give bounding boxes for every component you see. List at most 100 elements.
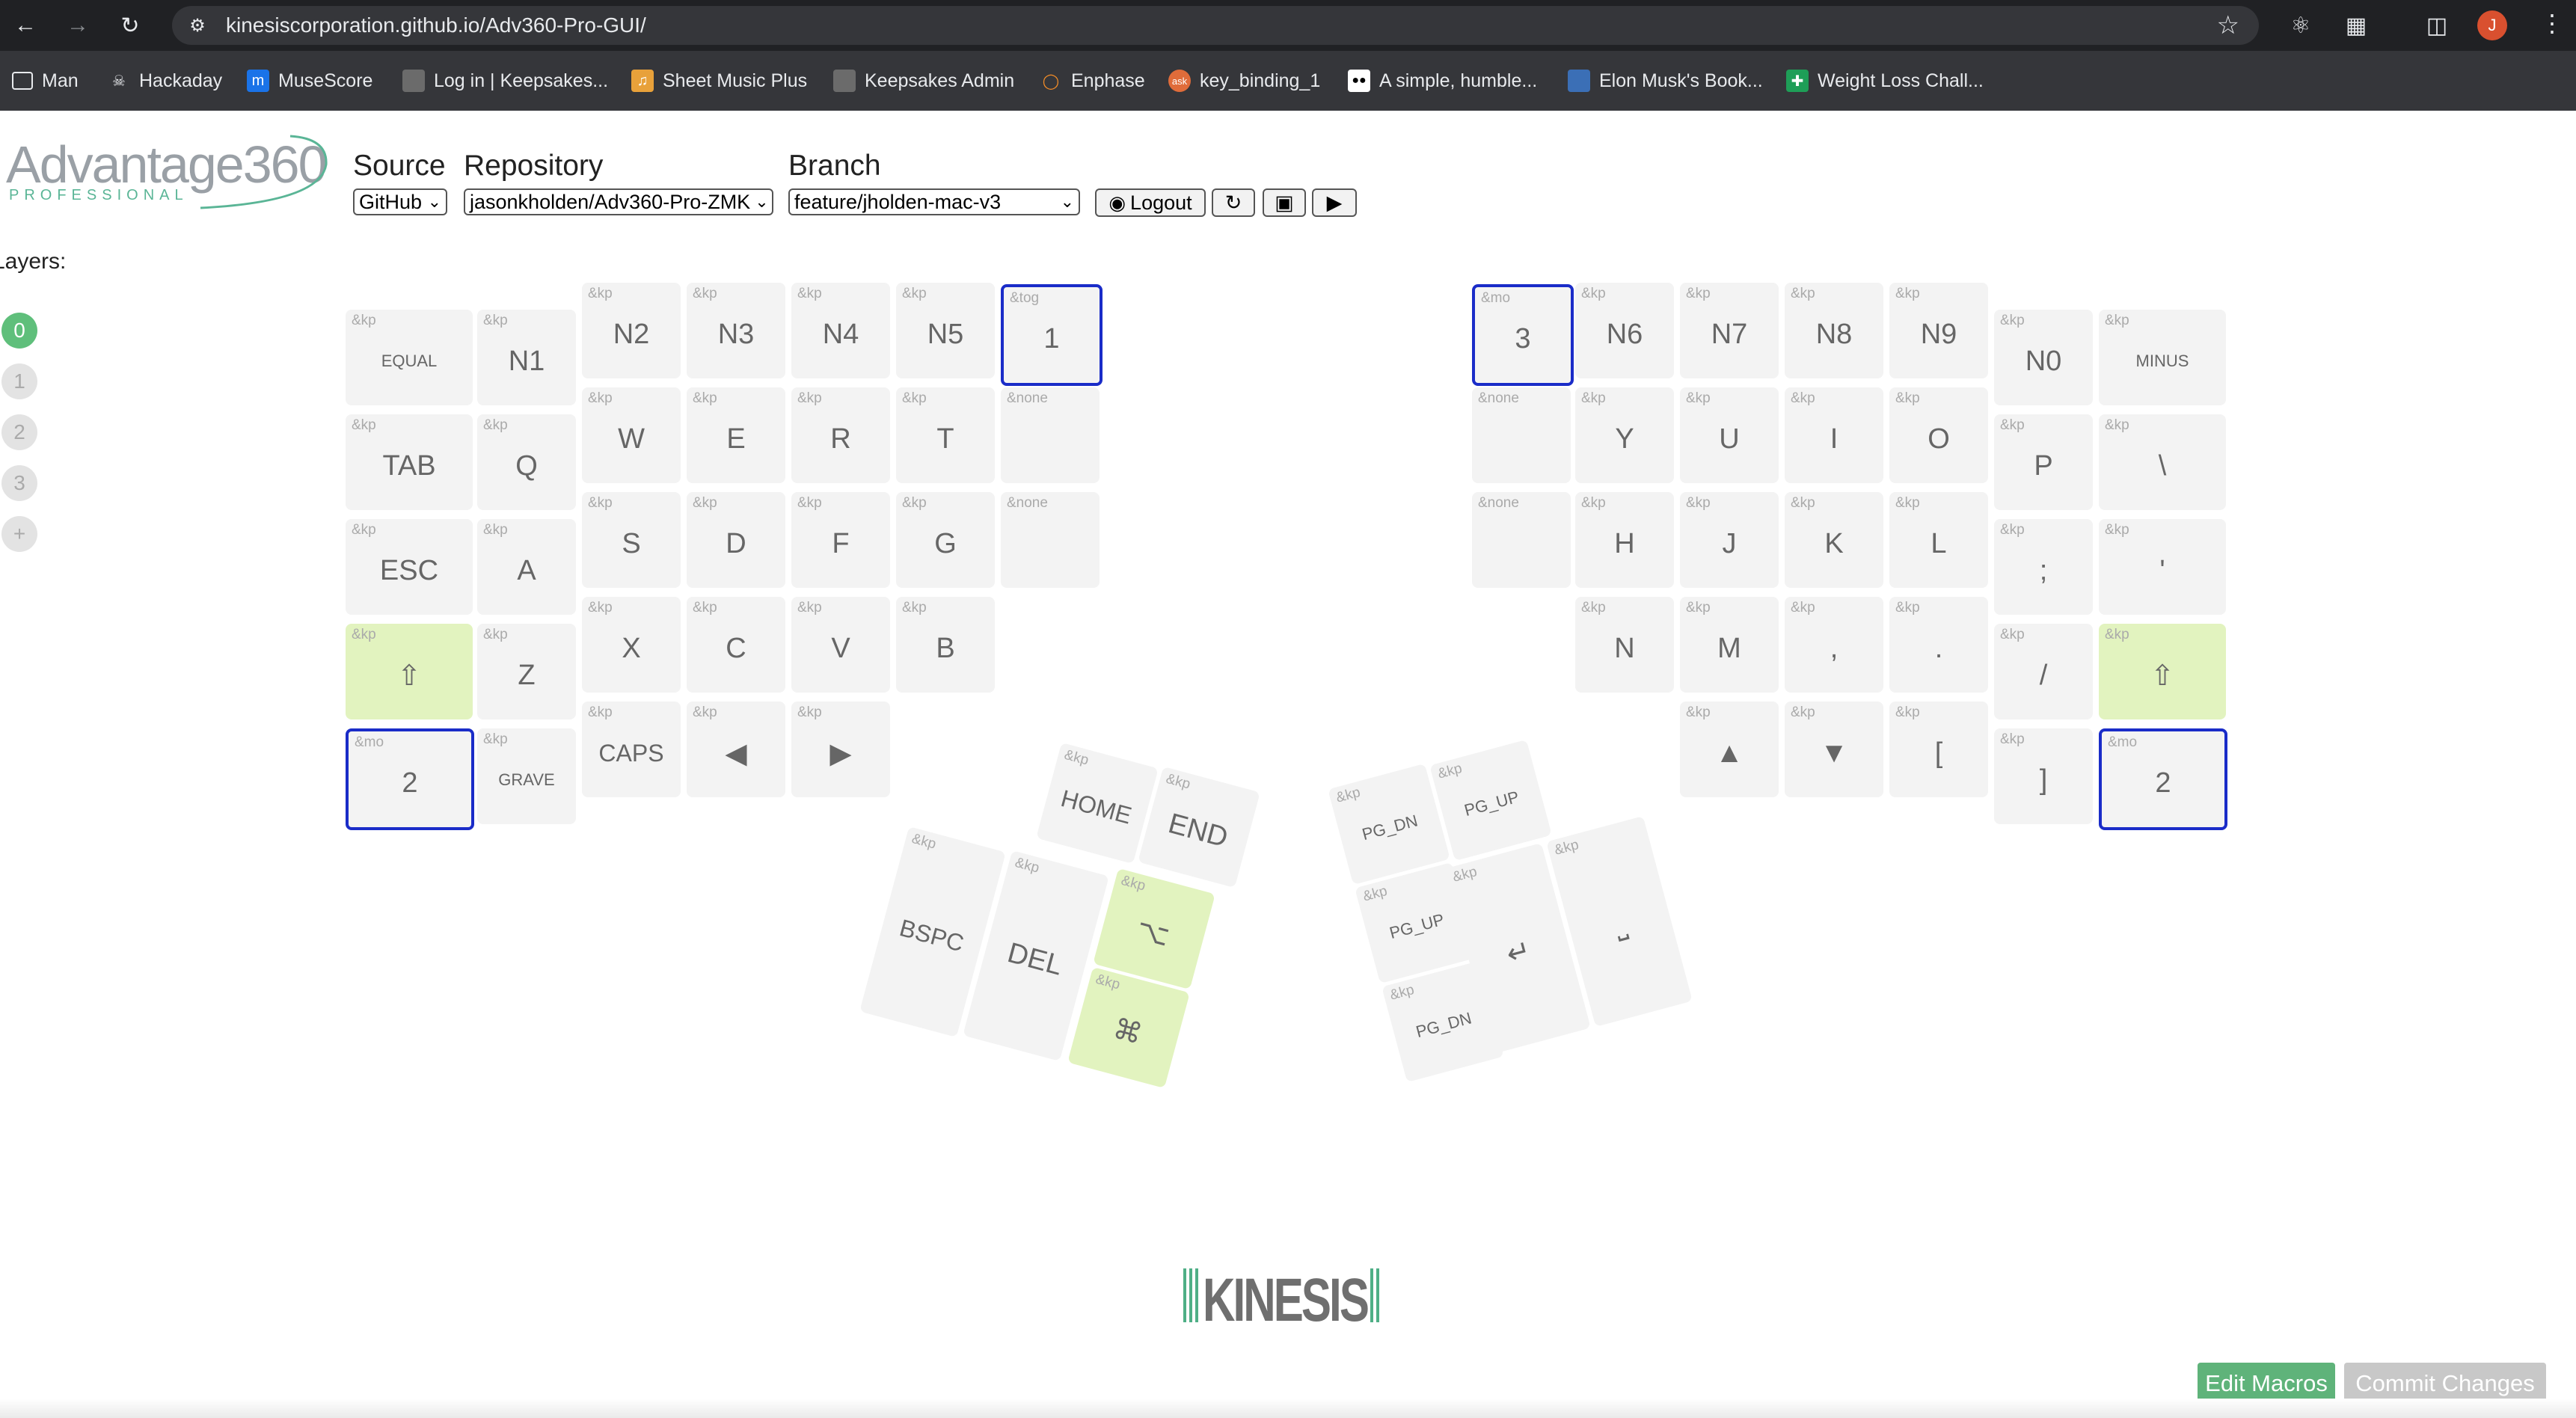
key-22[interactable]: &kp Y (1575, 387, 1674, 483)
key-69[interactable]: &kp ⌘ (1067, 966, 1190, 1089)
key-58[interactable]: &kp ▶ (791, 702, 890, 797)
key-36[interactable]: &kp H (1575, 492, 1674, 588)
key-17[interactable]: &kp E (687, 387, 785, 483)
key-11[interactable]: &kp N9 (1889, 283, 1988, 378)
bookmark-hackaday[interactable]: ☠ Hackaday (108, 51, 222, 111)
key-47[interactable]: &kp B (896, 597, 995, 693)
address-bar[interactable]: ⚙ kinesiscorporation.github.io/Adv360-Pr… (172, 6, 2259, 45)
key-10[interactable]: &kp N8 (1785, 283, 1883, 378)
key-18[interactable]: &kp R (791, 387, 890, 483)
forward-arrow-icon[interactable]: → (60, 7, 96, 43)
bookmark-weight-loss[interactable]: ✚ Weight Loss Chall... (1786, 51, 1984, 111)
key-49[interactable]: &kp M (1680, 597, 1779, 693)
key-29[interactable]: &kp A (477, 519, 576, 615)
key-51[interactable]: &kp. (1889, 597, 1988, 693)
key-5[interactable]: &kp N5 (896, 283, 995, 378)
key-24[interactable]: &kp I (1785, 387, 1883, 483)
key-28[interactable]: &kp ESC (346, 519, 473, 615)
bookmark-man[interactable]: Man (12, 51, 79, 111)
logout-button[interactable]: ◉ Logout (1095, 188, 1206, 217)
key-59[interactable]: &kp ▲ (1680, 702, 1779, 797)
layer-3-button[interactable]: 3 (1, 465, 37, 501)
key-42[interactable]: &kp ⇧ (346, 624, 473, 719)
play-button[interactable]: ▶ (1312, 188, 1357, 217)
key-53[interactable]: &kp ⇧ (2099, 624, 2226, 719)
key-41[interactable]: &kp ' (2099, 519, 2226, 615)
key-9[interactable]: &kp N7 (1680, 283, 1779, 378)
key-65[interactable]: &kp END (1138, 766, 1260, 888)
key-64[interactable]: &kp HOME (1036, 742, 1159, 865)
key-56[interactable]: &kp CAPS (582, 702, 681, 797)
key-63[interactable]: &mo 2 (2099, 728, 2227, 830)
key-13[interactable]: &kp MINUS (2099, 310, 2226, 405)
key-32[interactable]: &kp F (791, 492, 890, 588)
key-8[interactable]: &kp N6 (1575, 283, 1674, 378)
key-4[interactable]: &kp N4 (791, 283, 890, 378)
key-6[interactable]: &tog 1 (1001, 284, 1103, 386)
repository-select[interactable]: jasonkholden/Adv360-Pro-ZMK ⌄ (464, 188, 773, 215)
key-0[interactable]: &kp EQUAL (346, 310, 473, 405)
more-menu-icon[interactable]: ⋮ (2540, 9, 2564, 37)
bookmark-simple-humble[interactable]: ●● A simple, humble... (1348, 51, 1537, 111)
side-panel-icon[interactable]: ◫ (2420, 9, 2453, 42)
key-31[interactable]: &kp D (687, 492, 785, 588)
key-20[interactable]: &none (1001, 387, 1100, 483)
site-info-icon[interactable]: ⚙ (185, 13, 209, 37)
key-55[interactable]: &kp GRAVE (477, 728, 576, 824)
key-54[interactable]: &mo 2 (346, 728, 474, 830)
key-33[interactable]: &kp G (896, 492, 995, 588)
key-61[interactable]: &kp[ (1889, 702, 1988, 797)
extension-react-icon[interactable]: ⚛ (2284, 9, 2317, 42)
key-3[interactable]: &kp N3 (687, 283, 785, 378)
key-43[interactable]: &kp Z (477, 624, 576, 719)
key-37[interactable]: &kp J (1680, 492, 1779, 588)
bookmark-keepsakes-login[interactable]: Log in | Keepsakes... (402, 51, 608, 111)
bookmark-star-icon[interactable]: ☆ (2217, 10, 2239, 40)
key-25[interactable]: &kp O (1889, 387, 1988, 483)
key-52[interactable]: &kp / (1994, 624, 2093, 719)
key-44[interactable]: &kp X (582, 597, 681, 693)
bookmark-enphase[interactable]: ◯ Enphase (1040, 51, 1145, 111)
add-layer-button[interactable]: + (1, 516, 37, 552)
source-select[interactable]: GitHub ⌄ (353, 188, 447, 215)
key-7[interactable]: &mo 3 (1472, 284, 1574, 386)
key-62[interactable]: &kp] (1994, 728, 2093, 824)
key-1[interactable]: &kp N1 (477, 310, 576, 405)
key-12[interactable]: &kp N0 (1994, 310, 2093, 405)
layer-1-button[interactable]: 1 (1, 363, 37, 399)
layer-2-button[interactable]: 2 (1, 414, 37, 450)
key-48[interactable]: &kp N (1575, 597, 1674, 693)
key-30[interactable]: &kp S (582, 492, 681, 588)
key-39[interactable]: &kp L (1889, 492, 1988, 588)
key-60[interactable]: &kp ▼ (1785, 702, 1883, 797)
key-45[interactable]: &kp C (687, 597, 785, 693)
key-38[interactable]: &kp K (1785, 492, 1883, 588)
key-40[interactable]: &kp; (1994, 519, 2093, 615)
bookmark-key-binding[interactable]: ask key_binding_1 (1168, 51, 1320, 111)
extensions-puzzle-icon[interactable]: ▦ (2340, 9, 2373, 42)
key-26[interactable]: &kp P (1994, 414, 2093, 510)
key-21[interactable]: &none (1472, 387, 1571, 483)
key-50[interactable]: &kp, (1785, 597, 1883, 693)
firmware-button[interactable]: ▣ (1263, 188, 1306, 217)
reload-icon[interactable]: ↻ (112, 7, 148, 43)
key-19[interactable]: &kp T (896, 387, 995, 483)
key-23[interactable]: &kp U (1680, 387, 1779, 483)
key-14[interactable]: &kp TAB (346, 414, 473, 510)
back-arrow-icon[interactable]: ← (7, 7, 43, 43)
bookmark-musescore[interactable]: m MuseScore (247, 51, 372, 111)
key-71[interactable]: &kp PG_UP (1429, 739, 1552, 862)
bookmark-sheet-music-plus[interactable]: ♫ Sheet Music Plus (631, 51, 807, 111)
key-35[interactable]: &none (1472, 492, 1571, 588)
key-2[interactable]: &kp N2 (582, 283, 681, 378)
key-46[interactable]: &kp V (791, 597, 890, 693)
bookmark-keepsakes-admin[interactable]: Keepsakes Admin (833, 51, 1014, 111)
key-16[interactable]: &kp W (582, 387, 681, 483)
refresh-button[interactable]: ↻ (1212, 188, 1255, 217)
bookmark-elon-musk[interactable]: Elon Musk's Book... (1568, 51, 1763, 111)
key-15[interactable]: &kp Q (477, 414, 576, 510)
layer-0-button[interactable]: 0 (1, 313, 37, 349)
branch-select[interactable]: feature/jholden-mac-v3 ⌄ (788, 188, 1080, 215)
key-27[interactable]: &kp \ (2099, 414, 2226, 510)
key-34[interactable]: &none (1001, 492, 1100, 588)
